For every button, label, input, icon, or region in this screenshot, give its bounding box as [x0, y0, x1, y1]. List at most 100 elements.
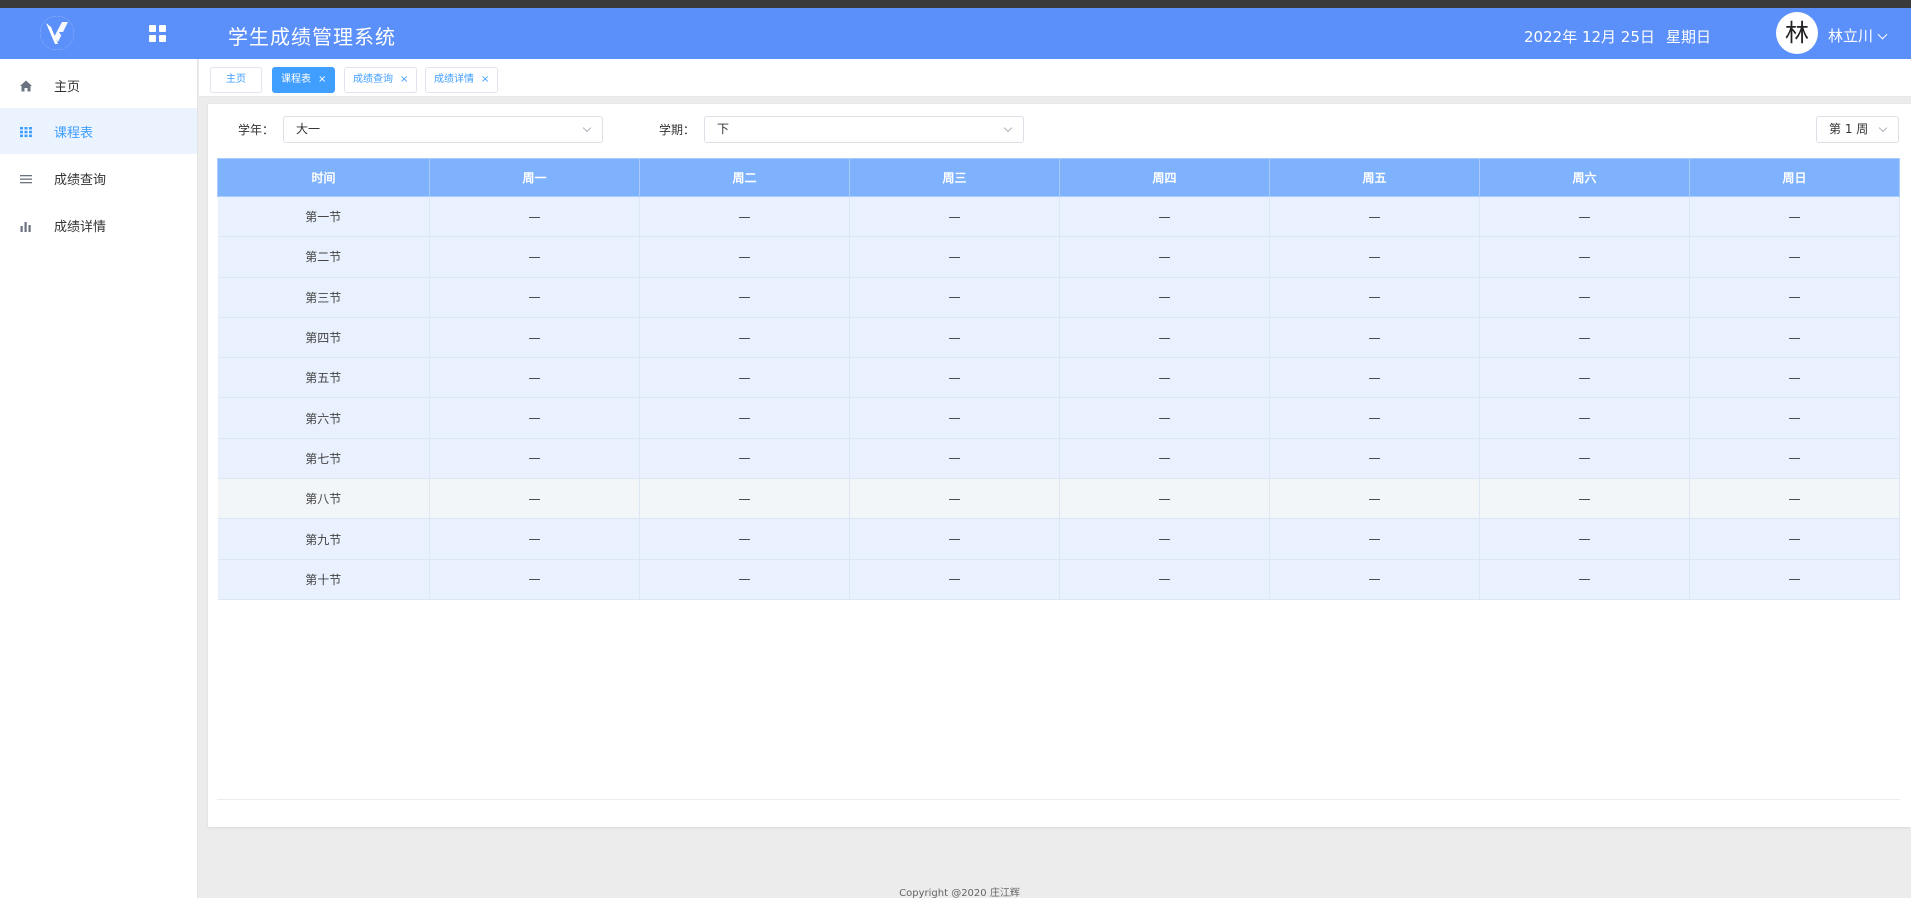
timetable-cell[interactable]: —	[1689, 357, 1900, 399]
timetable-cell[interactable]: —	[1059, 317, 1270, 359]
timetable-cell[interactable]: —	[1479, 559, 1690, 600]
timetable-cell[interactable]: —	[429, 478, 640, 520]
year-select[interactable]: 大一	[283, 116, 603, 143]
timetable-cell[interactable]: —	[1479, 397, 1690, 439]
timetable-cell[interactable]: —	[849, 236, 1060, 278]
timetable-cell[interactable]: —	[429, 317, 640, 359]
timetable-cell[interactable]: —	[1689, 196, 1900, 238]
timetable-cell[interactable]: —	[1059, 438, 1270, 480]
timetable-cell[interactable]: —	[1059, 357, 1270, 399]
period-label: 第七节	[217, 438, 430, 480]
timetable-cell[interactable]: —	[1269, 196, 1480, 238]
term-select[interactable]: 下	[704, 116, 1024, 143]
timetable-cell[interactable]: —	[1689, 438, 1900, 480]
timetable-cell[interactable]: —	[849, 478, 1060, 520]
timetable-cell[interactable]: —	[429, 518, 640, 560]
timetable-cell[interactable]: —	[1059, 478, 1270, 520]
menu-toggle-icon[interactable]	[149, 25, 167, 43]
table-row: 第八节 — — — — — — —	[217, 478, 1900, 520]
timetable-cell[interactable]: —	[1479, 478, 1690, 520]
timetable-cell[interactable]: —	[1479, 357, 1690, 399]
timetable-cell[interactable]: —	[849, 397, 1060, 439]
timetable-cell[interactable]: —	[849, 357, 1060, 399]
table-row: 第九节 — — — — — — —	[217, 518, 1900, 560]
close-icon[interactable]: ×	[400, 74, 408, 85]
timetable-cell[interactable]: —	[639, 559, 850, 600]
sidebar-item-label: 主页	[54, 80, 81, 95]
timetable-cell[interactable]: —	[1689, 317, 1900, 359]
timetable-cell[interactable]: —	[1689, 478, 1900, 520]
timetable-cell[interactable]: —	[1269, 277, 1480, 318]
timetable-cell[interactable]: —	[1269, 236, 1480, 278]
timetable-cell[interactable]: —	[639, 277, 850, 318]
timetable-cell[interactable]: —	[849, 196, 1060, 238]
timetable-cell[interactable]: —	[429, 236, 640, 278]
timetable-cell[interactable]: —	[1689, 518, 1900, 560]
timetable-cell[interactable]: —	[429, 438, 640, 480]
timetable-cell[interactable]: —	[1269, 559, 1480, 600]
column-header: 周六	[1479, 158, 1690, 197]
timetable-cell[interactable]: —	[1059, 277, 1270, 318]
app-title: 学生成绩管理系统	[228, 25, 396, 49]
timetable-cell[interactable]: —	[639, 357, 850, 399]
timetable-cell[interactable]: —	[1059, 236, 1270, 278]
timetable-cell[interactable]: —	[429, 196, 640, 238]
timetable-cell[interactable]: —	[639, 317, 850, 359]
timetable-cell[interactable]: —	[1479, 438, 1690, 480]
tab-grade-detail[interactable]: 成绩详情 ×	[425, 67, 499, 93]
week-select[interactable]: 第 1 周	[1816, 116, 1899, 143]
sidebar-item-grade-detail[interactable]: 成绩详情	[0, 202, 197, 248]
timetable-cell[interactable]: —	[1479, 236, 1690, 278]
avatar[interactable]: 林	[1776, 12, 1818, 54]
tab-home[interactable]: 主页	[210, 67, 262, 93]
column-header: 周一	[429, 158, 640, 197]
timetable-cell[interactable]: —	[1269, 397, 1480, 439]
timetable-cell[interactable]: —	[1059, 397, 1270, 439]
timetable-cell[interactable]: —	[1479, 317, 1690, 359]
timetable-cell[interactable]: —	[1479, 277, 1690, 318]
sidebar-item-grade-query[interactable]: 成绩查询	[0, 155, 197, 201]
timetable-cell[interactable]: —	[849, 317, 1060, 359]
period-label: 第四节	[217, 317, 430, 359]
tab-timetable[interactable]: 课程表 ×	[272, 67, 336, 93]
timetable-cell[interactable]: —	[1479, 518, 1690, 560]
timetable-cell[interactable]: —	[1059, 559, 1270, 600]
timetable-cell[interactable]: —	[1269, 518, 1480, 560]
timetable-cell[interactable]: —	[639, 438, 850, 480]
timetable-cell[interactable]: —	[429, 357, 640, 399]
timetable-cell[interactable]: —	[1689, 277, 1900, 318]
app-header: 学生成绩管理系统 2022年 12月 25日 星期日 林 林立川	[0, 8, 1911, 59]
timetable-cell[interactable]: —	[1059, 196, 1270, 238]
table-row: 第四节 — — — — — — —	[217, 317, 1900, 359]
timetable-cell[interactable]: —	[639, 518, 850, 560]
user-menu[interactable]: 林立川	[1828, 25, 1888, 46]
tabs-bar: 主页 课程表 × 成绩查询 × 成绩详情 ×	[199, 59, 1911, 97]
timetable-cell[interactable]: —	[849, 277, 1060, 318]
timetable-cell[interactable]: —	[1689, 397, 1900, 439]
timetable-cell[interactable]: —	[1269, 357, 1480, 399]
timetable-cell[interactable]: —	[639, 478, 850, 520]
timetable-cell[interactable]: —	[1689, 236, 1900, 278]
sidebar-item-home[interactable]: 主页	[0, 62, 197, 108]
timetable-cell[interactable]: —	[1269, 478, 1480, 520]
timetable-cell[interactable]: —	[639, 397, 850, 439]
sidebar-item-timetable[interactable]: 课程表	[0, 108, 197, 154]
timetable-cell[interactable]: —	[1059, 518, 1270, 560]
timetable-cell[interactable]: —	[429, 277, 640, 318]
timetable-cell[interactable]: —	[429, 559, 640, 600]
timetable-cell[interactable]: —	[1269, 317, 1480, 359]
timetable-cell[interactable]: —	[429, 397, 640, 439]
tab-grade-query[interactable]: 成绩查询 ×	[344, 67, 418, 93]
timetable-cell[interactable]: —	[639, 236, 850, 278]
tab-label: 成绩查询	[353, 74, 393, 85]
timetable-cell[interactable]: —	[1269, 438, 1480, 480]
timetable-header-row: 时间 周一 周二 周三 周四 周五 周六 周日	[217, 158, 1900, 197]
timetable-cell[interactable]: —	[639, 196, 850, 238]
close-icon[interactable]: ×	[481, 74, 489, 85]
timetable-cell[interactable]: —	[849, 559, 1060, 600]
timetable-cell[interactable]: —	[1689, 559, 1900, 600]
timetable-cell[interactable]: —	[849, 518, 1060, 560]
timetable-cell[interactable]: —	[1479, 196, 1690, 238]
timetable-cell[interactable]: —	[849, 438, 1060, 480]
close-icon[interactable]: ×	[318, 74, 326, 85]
